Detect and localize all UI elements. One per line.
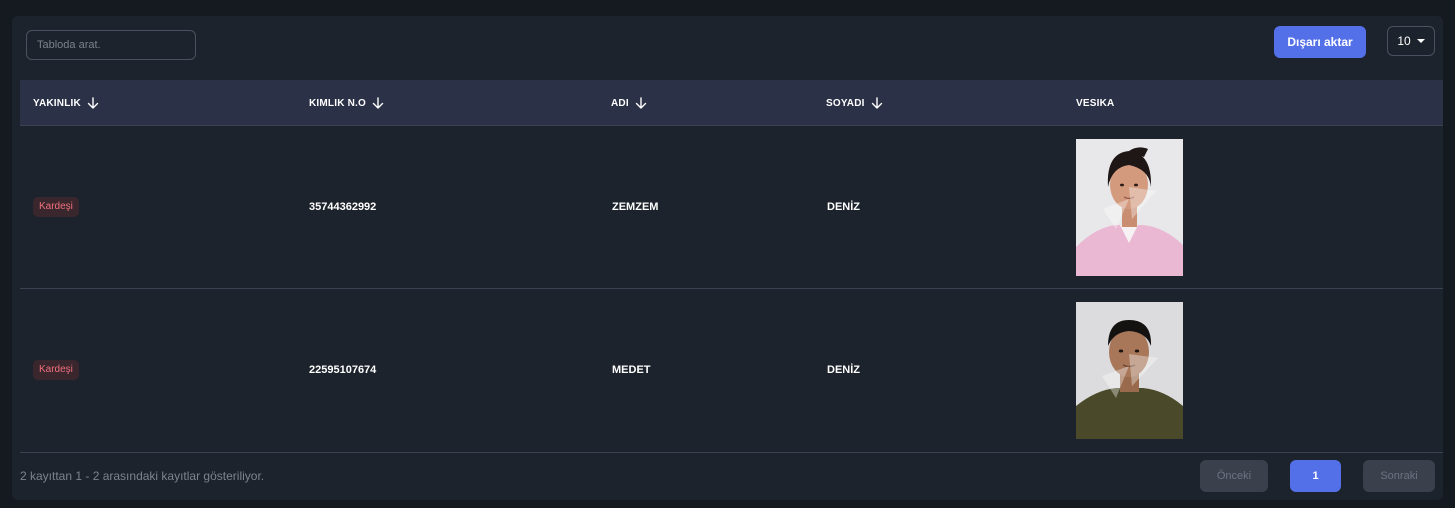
column-header-id-no[interactable]: KIMLIK N.O	[309, 80, 384, 126]
table-info-text: 2 kayıttan 1 - 2 arasındaki kayıtlar gös…	[20, 469, 265, 483]
id-no-cell: 35744362992	[309, 201, 377, 213]
sort-arrow-down-icon	[87, 96, 99, 109]
sort-arrow-down-icon	[372, 96, 384, 109]
surname-cell: DENİZ	[827, 201, 860, 213]
export-button[interactable]: Dışarı aktar	[1274, 26, 1366, 58]
sort-arrow-down-icon	[871, 96, 882, 109]
column-header-photo: VESIKA	[1076, 80, 1114, 126]
name-cell: ZEMZEM	[612, 201, 659, 213]
relation-badge: Kardeşi	[33, 360, 79, 380]
surname-cell: DENİZ	[827, 364, 860, 376]
column-header-label: KIMLIK N.O	[309, 97, 366, 109]
column-header-name[interactable]: ADI	[611, 80, 647, 126]
column-header-label: ADI	[611, 97, 629, 109]
page-1-button[interactable]: 1	[1290, 460, 1341, 492]
table-row: Kardeşi 35744362992 ZEMZEM DENİZ	[20, 126, 1443, 289]
table-row: Kardeşi 22595107674 MEDET DENİZ	[20, 289, 1443, 453]
column-header-label: VESIKA	[1076, 97, 1115, 109]
caret-down-icon	[1416, 39, 1425, 43]
relation-badge: Kardeşi	[33, 197, 79, 217]
table-header: YAKINLIK KIMLIK N.O ADI SOYADI VESIKA	[20, 80, 1443, 126]
page-size-select[interactable]: 10	[1387, 26, 1435, 56]
column-header-label: YAKINLIK	[33, 97, 81, 109]
portrait-photo-icon[interactable]	[1076, 302, 1183, 439]
column-header-label: SOYADI	[826, 97, 865, 109]
portrait-photo-icon[interactable]	[1076, 139, 1183, 276]
search-input[interactable]	[26, 30, 196, 60]
previous-page-button[interactable]: Önceki	[1200, 460, 1268, 492]
sort-arrow-down-icon	[635, 96, 647, 109]
next-page-button[interactable]: Sonraki	[1363, 460, 1435, 492]
table-card: Dışarı aktar 10 YAKINLIK KIMLIK N.O ADI …	[12, 16, 1443, 500]
name-cell: MEDET	[612, 364, 651, 376]
column-header-relation[interactable]: YAKINLIK	[33, 80, 99, 126]
id-no-cell: 22595107674	[309, 364, 377, 376]
page-size-value: 10	[1397, 34, 1411, 48]
column-header-surname[interactable]: SOYADI	[826, 80, 883, 126]
